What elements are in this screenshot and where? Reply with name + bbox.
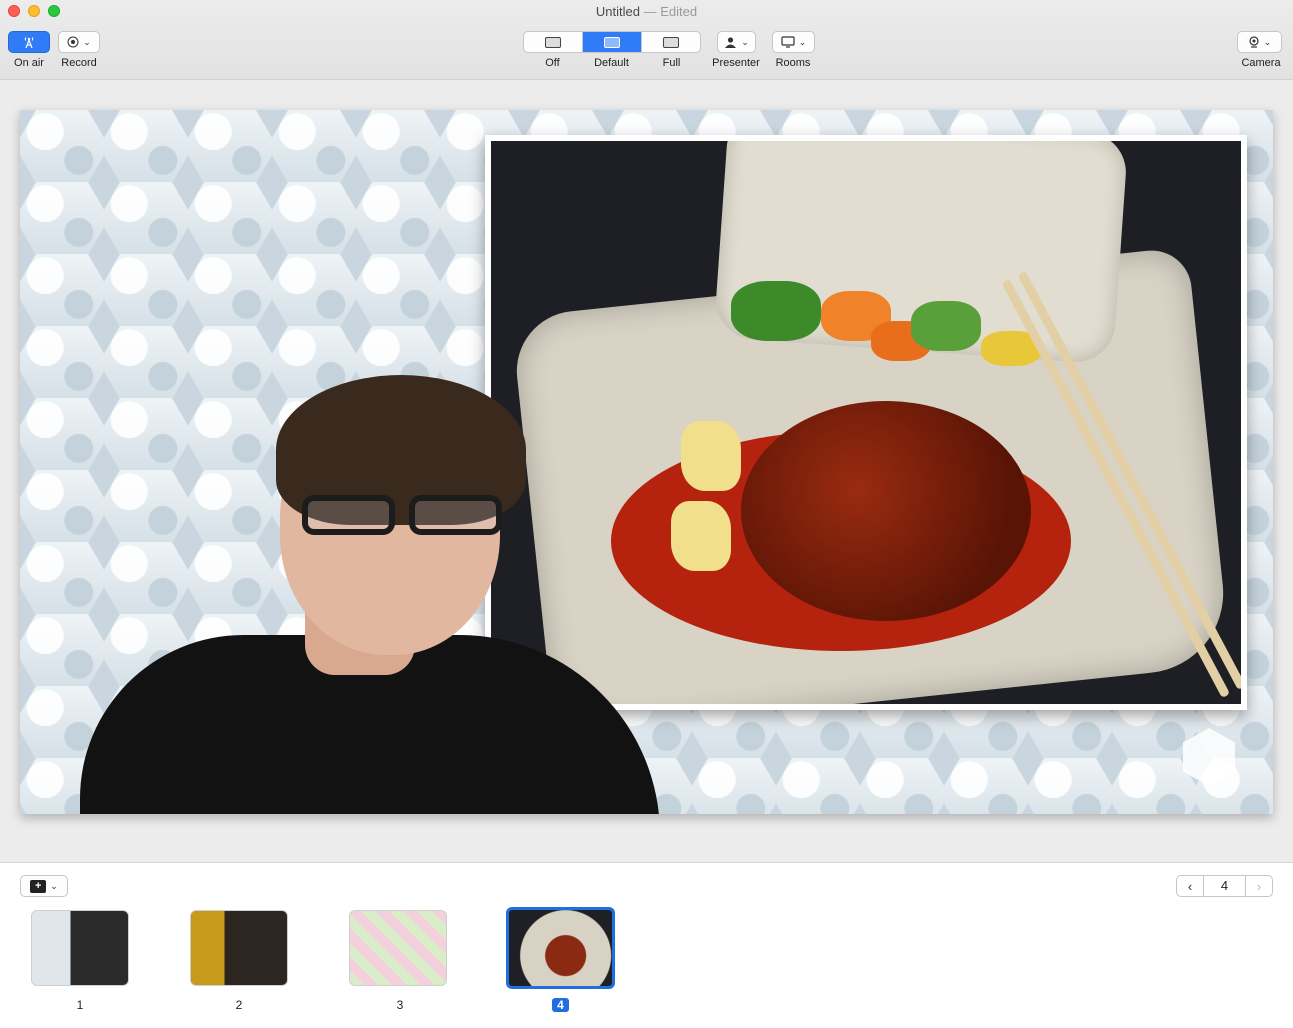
layout-default-label: Default bbox=[594, 57, 629, 69]
layout-default-icon bbox=[604, 36, 620, 48]
layout-off-label: Off bbox=[545, 57, 560, 69]
chevron-down-icon: ⌄ bbox=[50, 880, 58, 891]
on-air-label: On air bbox=[14, 57, 44, 69]
presenter-video bbox=[80, 375, 660, 814]
layout-default-button[interactable] bbox=[583, 32, 642, 52]
broccoli bbox=[731, 281, 821, 341]
window-title: Untitled — Edited bbox=[0, 4, 1293, 19]
layout-full-label: Full bbox=[662, 57, 681, 69]
broadcast-antenna-icon bbox=[24, 37, 34, 48]
previous-slide-button[interactable]: ‹ bbox=[1177, 879, 1203, 894]
add-slide-icon: + bbox=[30, 879, 47, 893]
camera-label: Camera bbox=[1241, 57, 1281, 69]
slide-strip: + ⌄ ‹ 4 › 1 2 3 4 bbox=[0, 862, 1293, 1028]
slide-number-1: 1 bbox=[76, 998, 84, 1012]
chevron-down-icon: ⌄ bbox=[741, 36, 749, 47]
current-slide-number[interactable]: 4 bbox=[1203, 876, 1246, 896]
glasses-lens bbox=[409, 495, 502, 535]
chevron-down-icon: ⌄ bbox=[1263, 36, 1272, 47]
slide-number-3: 3 bbox=[396, 998, 404, 1012]
slide-thumbnail-1[interactable] bbox=[31, 910, 129, 986]
slide-thumbnail-3[interactable] bbox=[349, 910, 447, 986]
rooms-label: Rooms bbox=[775, 57, 811, 69]
slide-thumbnail-4[interactable] bbox=[506, 907, 615, 989]
record-button[interactable]: ⌄ bbox=[58, 31, 100, 53]
slide-number-4: 4 bbox=[552, 998, 569, 1012]
next-slide-button[interactable]: › bbox=[1246, 879, 1272, 894]
record-label: Record bbox=[61, 57, 97, 69]
edited-status: — Edited bbox=[643, 4, 698, 19]
layout-off-icon bbox=[545, 36, 561, 48]
display-icon bbox=[781, 36, 795, 48]
slide-number-2: 2 bbox=[235, 998, 243, 1012]
add-slide-button[interactable]: + ⌄ bbox=[20, 875, 68, 897]
layout-off-button[interactable] bbox=[524, 32, 583, 52]
slide-pager: ‹ 4 › bbox=[1176, 875, 1273, 897]
presenter-glasses bbox=[302, 495, 502, 535]
potato bbox=[681, 421, 741, 491]
rooms-button[interactable]: ⌄ bbox=[772, 31, 815, 53]
on-air-button[interactable] bbox=[8, 31, 50, 53]
record-icon bbox=[67, 36, 79, 48]
presenter-button[interactable]: ⌄ bbox=[717, 31, 756, 53]
glasses-lens bbox=[302, 495, 395, 535]
app-logo-watermark-icon bbox=[1183, 728, 1235, 786]
layout-segmented-control[interactable] bbox=[523, 31, 701, 53]
chevron-down-icon: ⌄ bbox=[83, 36, 91, 47]
presenter-label: Presenter bbox=[712, 57, 760, 69]
layout-full-button[interactable] bbox=[642, 32, 700, 52]
window-toolbar: Untitled — Edited On air ⌄ Record Off De… bbox=[0, 0, 1293, 80]
document-name: Untitled bbox=[595, 4, 640, 19]
camera-icon bbox=[1249, 36, 1259, 48]
chevron-down-icon: ⌄ bbox=[798, 36, 807, 47]
person-icon bbox=[725, 36, 737, 48]
hamburg-steak bbox=[741, 401, 1031, 621]
camera-button[interactable]: ⌄ bbox=[1237, 31, 1282, 53]
slide-thumbnail-2[interactable] bbox=[190, 910, 288, 986]
potato bbox=[671, 501, 731, 571]
broccoli bbox=[911, 301, 981, 351]
stage-preview[interactable] bbox=[20, 110, 1273, 814]
layout-full-icon bbox=[663, 36, 679, 48]
